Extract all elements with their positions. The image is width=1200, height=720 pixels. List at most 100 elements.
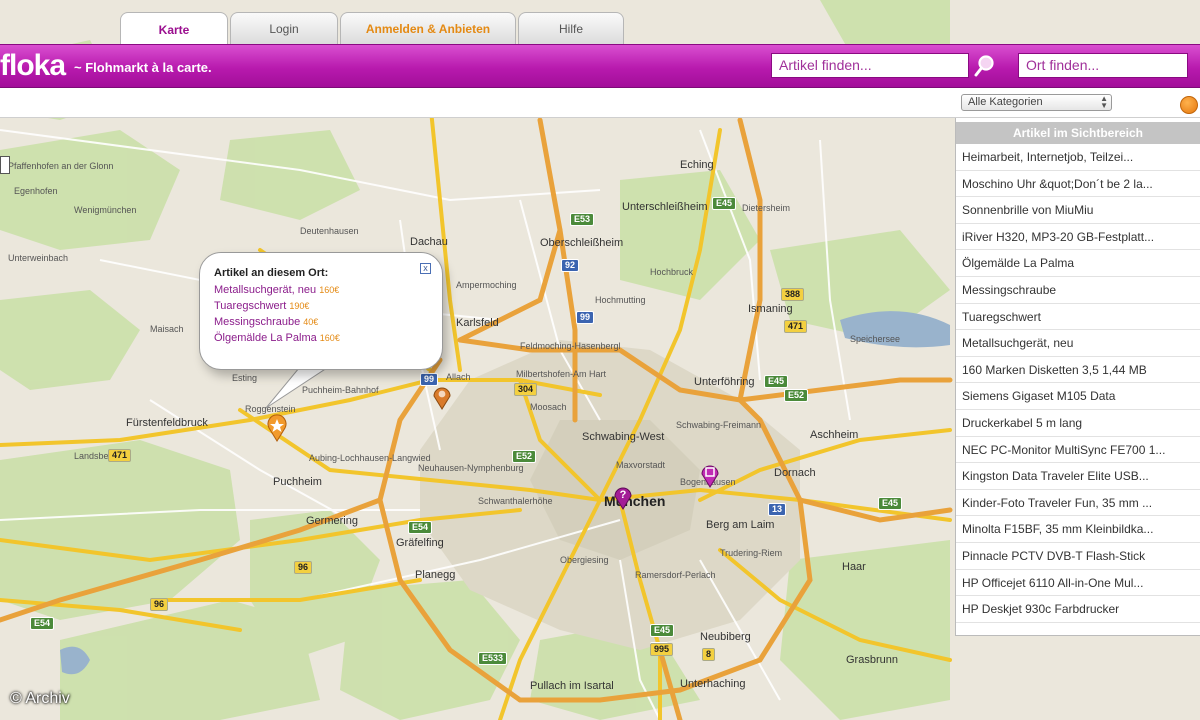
list-item[interactable]: Siemens Gigaset M105 Data <box>956 383 1200 410</box>
town-label: Unterschleißheim <box>622 201 708 213</box>
popup-item-name[interactable]: Tuaregschwert <box>214 300 286 312</box>
popup-item-price: 160€ <box>319 285 340 295</box>
close-icon[interactable]: x <box>420 263 431 274</box>
popup-item-name[interactable]: Ölgemälde La Palma <box>214 332 317 344</box>
star-marker-icon[interactable] <box>266 414 288 442</box>
place-marker-icon[interactable] <box>432 384 452 410</box>
town-label: Schwabing-Freimann <box>676 420 762 430</box>
road-shield: 13 <box>768 503 787 516</box>
svg-text:?: ? <box>620 489 627 501</box>
town-label: Maxvorstadt <box>616 460 666 470</box>
list-item[interactable]: Tuaregschwert <box>956 304 1200 331</box>
logo[interactable]: floka <box>0 48 66 84</box>
list-item[interactable]: Pinnacle PCTV DVB-T Flash-Stick <box>956 543 1200 570</box>
road-shield: E45 <box>764 375 789 388</box>
question-marker-icon[interactable]: ? <box>613 484 633 510</box>
popup-title: Artikel an diesem Ort: <box>214 267 329 279</box>
tab-login[interactable]: Login <box>230 12 338 44</box>
town-label: Esting <box>232 373 258 383</box>
map-pan-control-icon[interactable] <box>0 156 10 174</box>
town-label: Aubing-Lochhausen-Langwied <box>309 453 431 463</box>
header-bar: floka ~ Flohmarkt à la carte. Artikel fi… <box>0 44 1200 88</box>
list-item[interactable]: Kingston Data Traveler Elite USB... <box>956 463 1200 490</box>
item-marker-icon[interactable] <box>700 462 720 488</box>
popup-item[interactable]: Metallsuchgerät, neu 160€ <box>214 282 442 298</box>
town-label: Ismaning <box>748 303 793 315</box>
town-label: Schwabing-West <box>582 431 665 443</box>
popup-item-name[interactable]: Messingschraube <box>214 316 300 328</box>
popup-item-price: 40€ <box>303 317 319 327</box>
road-shield: 96 <box>294 561 313 574</box>
list-item[interactable]: Sonnenbrille von MiuMiu <box>956 197 1200 224</box>
town-label: Neubiberg <box>700 631 751 643</box>
tab-karte[interactable]: Karte <box>120 12 228 46</box>
town-label: Wenigmünchen <box>74 205 137 215</box>
town-label: Trudering-Riem <box>720 548 783 558</box>
town-label: Pullach im Isartal <box>530 680 614 692</box>
toolbar-strip: Alle Kategorien ▲ ▼ <box>0 88 1200 118</box>
rss-icon[interactable] <box>1180 96 1198 114</box>
road-shield: 995 <box>650 643 674 656</box>
watermark: © Archiv <box>10 690 70 707</box>
town-label: Obergiesing <box>560 555 609 565</box>
road-shield: 92 <box>561 259 580 272</box>
town-label: Dachau <box>410 236 448 248</box>
town-label: Karlsfeld <box>456 317 499 329</box>
town-label: Aschheim <box>810 429 859 441</box>
town-label: Maisach <box>150 324 184 334</box>
road-shield: E52 <box>512 450 537 463</box>
popup-item[interactable]: Messingschraube 40€ <box>214 314 442 330</box>
article-list-panel: Artikel im Sichtbereich Heimarbeit, Inte… <box>955 118 1200 636</box>
list-item[interactable]: Messingschraube <box>956 277 1200 304</box>
list-item[interactable]: 160 Marken Disketten 3,5 1,44 MB <box>956 357 1200 384</box>
article-list-title: Artikel im Sichtbereich <box>956 122 1200 144</box>
tagline: ~ Flohmarkt à la carte. <box>74 60 212 75</box>
town-label: Unterweinbach <box>8 253 69 263</box>
town-label: Feldmoching-Hasenbergl <box>520 341 621 351</box>
location-popup: x Artikel an diesem Ort: Metallsuchgerät… <box>199 252 443 370</box>
tab-anmelden-anbieten[interactable]: Anmelden & Anbieten <box>340 12 516 44</box>
road-shield: 471 <box>784 320 808 333</box>
town-label: Fürstenfeldbruck <box>126 417 208 429</box>
list-item[interactable]: Kinder-Foto Traveler Fun, 35 mm ... <box>956 490 1200 517</box>
tab-hilfe[interactable]: Hilfe <box>518 12 624 44</box>
road-shield: E45 <box>650 624 675 637</box>
town-label: Deutenhausen <box>300 226 359 236</box>
list-item[interactable]: HP Deskjet 930c Farbdrucker <box>956 596 1200 623</box>
list-item[interactable]: Moschino Uhr &quot;Don´t be 2 la... <box>956 171 1200 198</box>
list-item[interactable]: Ölgemälde La Palma <box>956 250 1200 277</box>
town-label: Hochmutting <box>595 295 646 305</box>
popup-item-price: 160€ <box>319 333 340 343</box>
road-shield: E54 <box>408 521 433 534</box>
town-label: Moosach <box>530 402 567 412</box>
category-select[interactable]: Alle Kategorien ▲ ▼ <box>961 94 1112 111</box>
place-search-input[interactable]: Ort finden... <box>1018 53 1188 78</box>
town-label: Hochbruck <box>650 267 694 277</box>
town-label: Puchheim <box>273 476 322 488</box>
article-search-input[interactable]: Artikel finden... <box>771 53 969 78</box>
town-label: Schwanthalerhöhe <box>478 496 553 506</box>
list-item[interactable]: iRiver H320, MP3-20 GB-Festplatt... <box>956 224 1200 251</box>
search-icon[interactable] <box>973 53 997 79</box>
town-label: Oberschleißheim <box>540 237 624 249</box>
popup-item[interactable]: Ölgemälde La Palma 160€ <box>214 330 442 346</box>
town-label: Milbertshofen-Am Hart <box>516 369 607 379</box>
list-item[interactable]: Druckerkabel 5 m lang <box>956 410 1200 437</box>
town-label: Dietersheim <box>742 203 791 213</box>
road-shield: E533 <box>478 652 508 665</box>
town-label: Neuhausen-Nymphenburg <box>418 463 524 473</box>
road-shield: E52 <box>784 389 809 402</box>
list-item[interactable]: Minolta F15BF, 35 mm Kleinbildka... <box>956 516 1200 543</box>
popup-item-name[interactable]: Metallsuchgerät, neu <box>214 284 316 296</box>
list-item[interactable]: Metallsuchgerät, neu <box>956 330 1200 357</box>
list-item[interactable]: HP Officejet 6110 All-in-One Mul... <box>956 570 1200 597</box>
list-item[interactable]: Heimarbeit, Internetjob, Teilzei... <box>956 144 1200 171</box>
town-label: Unterföhring <box>694 376 755 388</box>
road-shield: 8 <box>702 648 716 661</box>
popup-item[interactable]: Tuaregschwert 190€ <box>214 298 442 314</box>
town-label: Pfaffenhofen an der Glonn <box>8 161 114 171</box>
town-label: Eching <box>680 159 714 171</box>
list-item[interactable]: NEC PC-Monitor MultiSync FE700 1... <box>956 437 1200 464</box>
town-label: Gräfelfing <box>396 537 444 549</box>
main-tabs: Karte Login Anmelden & Anbieten Hilfe <box>120 12 624 46</box>
